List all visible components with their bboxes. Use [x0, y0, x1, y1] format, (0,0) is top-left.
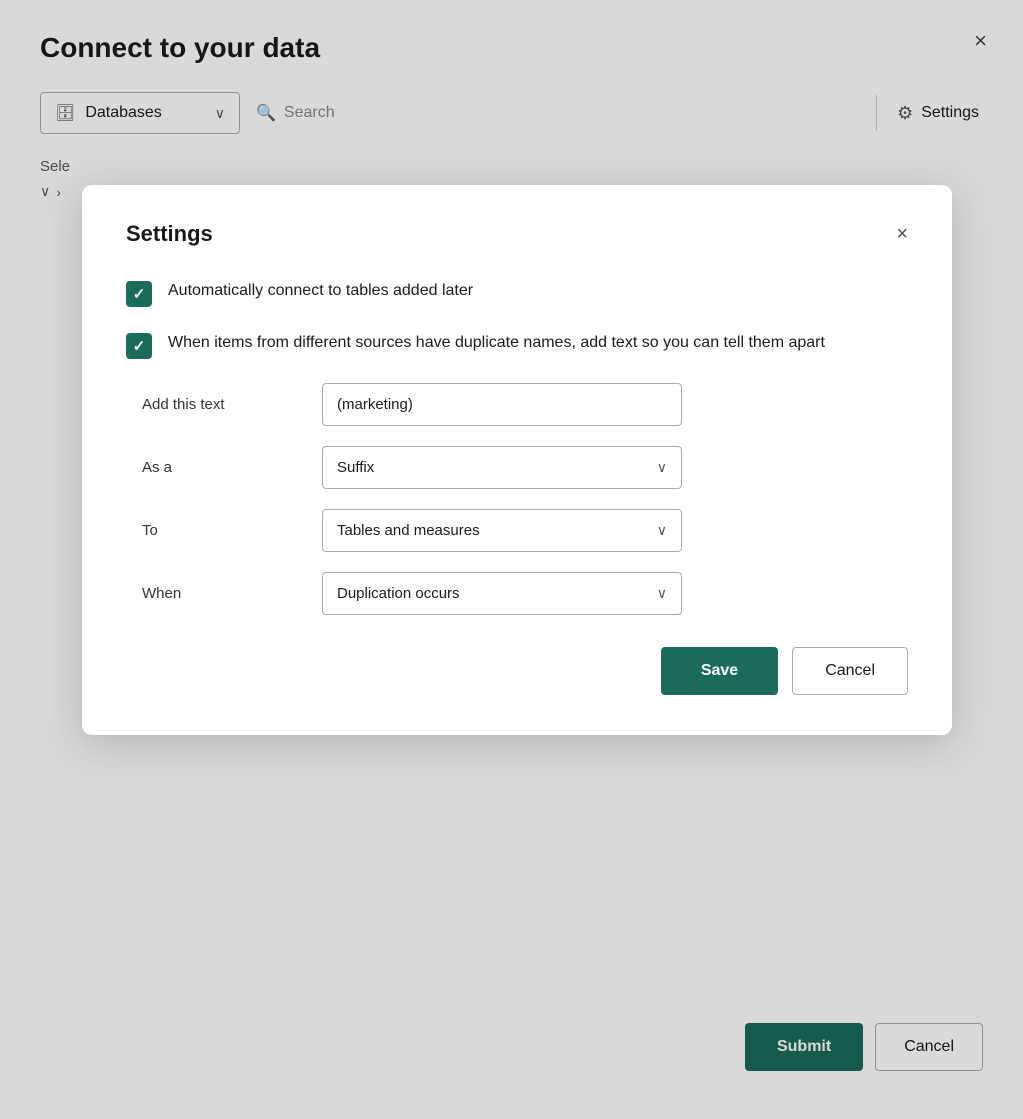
cancel-modal-button[interactable]: Cancel [792, 647, 908, 695]
as-a-chevron-icon: ∨ [657, 459, 667, 476]
checkbox-2[interactable]: ✓ [126, 333, 152, 359]
as-a-select[interactable]: Suffix ∨ [322, 446, 682, 489]
when-label: When [142, 585, 322, 602]
checkmark-2: ✓ [133, 337, 146, 355]
checkbox-1[interactable]: ✓ [126, 281, 152, 307]
as-a-value: Suffix [337, 459, 374, 476]
to-label: To [142, 522, 322, 539]
checkbox-item-2: ✓ When items from different sources have… [126, 331, 908, 359]
when-chevron-icon: ∨ [657, 585, 667, 602]
as-a-label: As a [142, 459, 322, 476]
checkbox-label-1: Automatically connect to tables added la… [168, 279, 473, 303]
form-row-as-a: As a Suffix ∨ [142, 446, 908, 489]
when-select[interactable]: Duplication occurs ∨ [322, 572, 682, 615]
form-section: Add this text As a Suffix ∨ To Tables an… [126, 383, 908, 615]
when-value: Duplication occurs [337, 585, 460, 602]
modal-close-button[interactable]: × [896, 224, 908, 244]
checkbox-label-2: When items from different sources have d… [168, 331, 825, 355]
save-button[interactable]: Save [661, 647, 778, 695]
checkbox-item-1: ✓ Automatically connect to tables added … [126, 279, 908, 307]
add-text-label: Add this text [142, 396, 322, 413]
form-row-to: To Tables and measures ∨ [142, 509, 908, 552]
add-text-input[interactable] [322, 383, 682, 426]
settings-modal: Settings × ✓ Automatically connect to ta… [82, 185, 952, 735]
checkmark-1: ✓ [133, 285, 146, 303]
modal-buttons: Save Cancel [126, 647, 908, 695]
form-row-when: When Duplication occurs ∨ [142, 572, 908, 615]
modal-title: Settings [126, 221, 213, 247]
modal-header: Settings × [126, 221, 908, 247]
form-row-add-text: Add this text [142, 383, 908, 426]
to-select[interactable]: Tables and measures ∨ [322, 509, 682, 552]
to-chevron-icon: ∨ [657, 522, 667, 539]
to-value: Tables and measures [337, 522, 480, 539]
